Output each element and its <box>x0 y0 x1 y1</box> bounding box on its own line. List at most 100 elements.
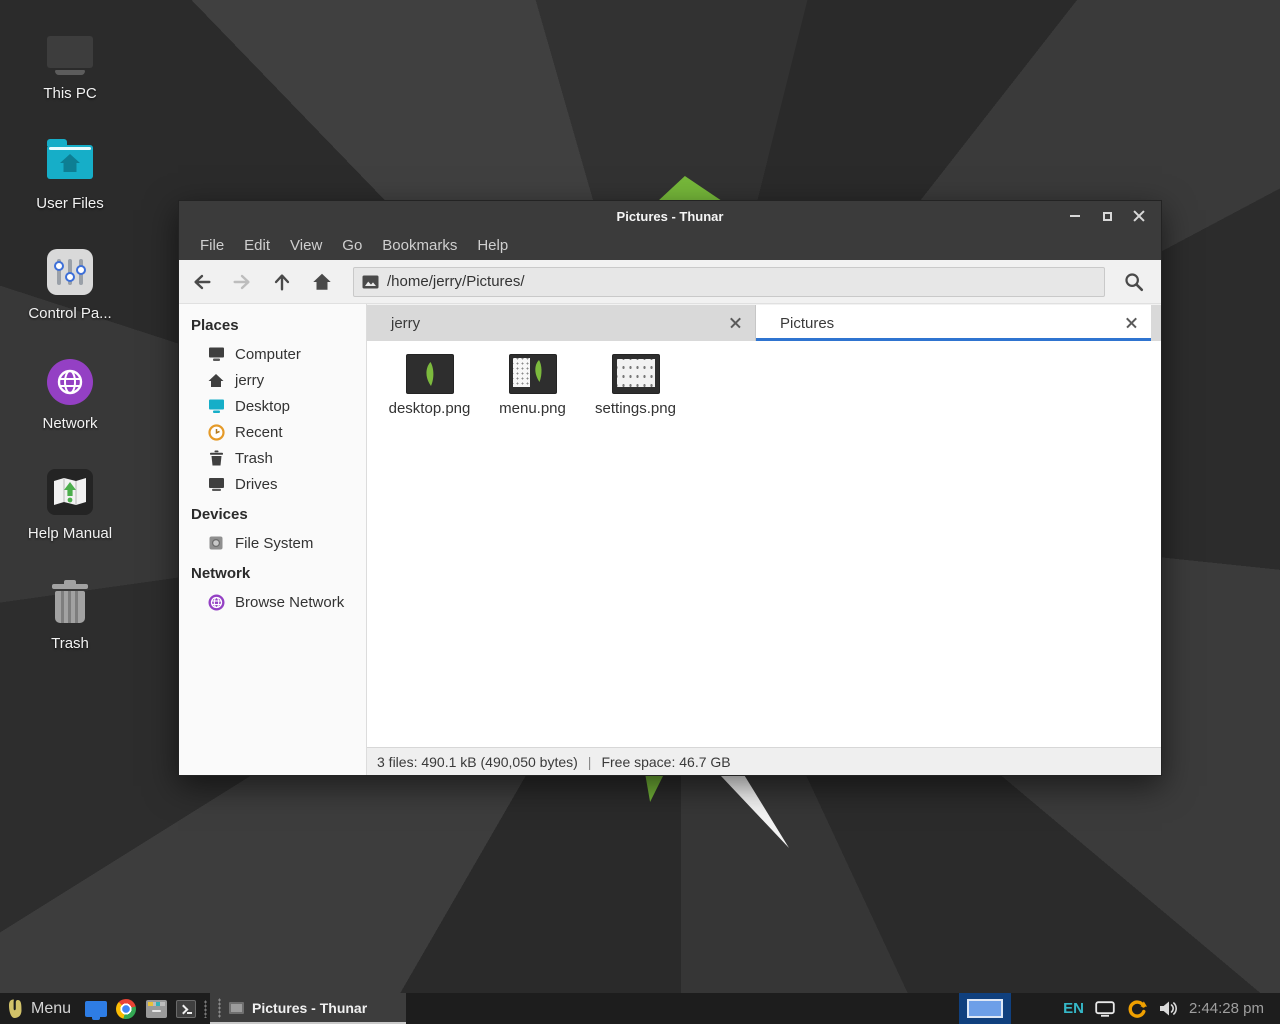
show-desktop-icon <box>85 1001 107 1017</box>
file-manager-launcher[interactable] <box>141 993 171 1024</box>
window-body: Places Computer jerry <box>179 304 1161 775</box>
desktop-icon-label: User Files <box>36 195 104 212</box>
show-desktop-button[interactable] <box>81 993 111 1024</box>
thunar-window: Pictures - Thunar File Edit View Go Book… <box>178 200 1162 776</box>
tab-close-icon[interactable] <box>730 318 741 329</box>
desktop-icon-label: This PC <box>43 85 96 102</box>
tab-label: jerry <box>391 315 420 332</box>
sidebar-item-computer[interactable]: Computer <box>179 341 366 367</box>
sidebar-header-places: Places <box>179 308 366 341</box>
tab-label: Pictures <box>780 315 834 332</box>
home-folder-icon <box>46 138 94 186</box>
window-controls <box>1059 201 1155 231</box>
tab-pictures[interactable]: Pictures <box>756 305 1151 341</box>
path-bar[interactable]: /home/jerry/Pictures/ <box>353 267 1105 297</box>
sidebar-item-recent[interactable]: Recent <box>179 419 366 445</box>
desktop-icon <box>207 397 225 415</box>
desktop-icon-user-files[interactable]: User Files <box>20 138 120 220</box>
sidebar-item-drives[interactable]: Drives <box>179 471 366 497</box>
help-manual-icon <box>46 468 94 516</box>
forward-icon <box>231 271 253 293</box>
taskbar: Menu Pictures - Thunar EN <box>0 993 1280 1024</box>
close-button[interactable] <box>1123 201 1155 231</box>
up-button[interactable] <box>263 265 301 299</box>
sidebar-item-trash[interactable]: Trash <box>179 445 366 471</box>
status-separator: | <box>588 754 592 770</box>
desktop-icon-this-pc[interactable]: This PC <box>20 28 120 110</box>
pc-icon <box>46 28 94 76</box>
menu-button[interactable]: Menu <box>0 993 81 1024</box>
toolbar: /home/jerry/Pictures/ <box>179 260 1161 304</box>
home-icon <box>207 371 225 389</box>
status-free-space: Free space: 46.7 GB <box>601 754 730 770</box>
terminal-icon <box>176 1000 196 1018</box>
filesystem-icon <box>207 534 225 552</box>
task-label: Pictures - Thunar <box>252 1000 367 1016</box>
desktop-icon-label: Control Pa... <box>28 305 111 322</box>
control-panel-icon <box>46 248 94 296</box>
sidebar-header-devices: Devices <box>179 497 366 530</box>
menu-help[interactable]: Help <box>468 234 517 257</box>
task-grip-icon <box>218 998 221 1018</box>
status-bar: 3 files: 490.1 kB (490,050 bytes) | Free… <box>367 747 1161 775</box>
maximize-button[interactable] <box>1091 201 1123 231</box>
menu-file[interactable]: File <box>191 234 233 257</box>
workspace-switcher[interactable] <box>959 993 1011 1024</box>
desktop-icon-trash[interactable]: Trash <box>20 578 120 660</box>
file-thumbnail <box>613 355 659 393</box>
tab-close-icon[interactable] <box>1126 318 1137 329</box>
file-settings-png[interactable]: settings.png <box>587 353 684 417</box>
tab-bar: jerry Pictures <box>367 304 1161 341</box>
status-files-text: 3 files: 490.1 kB (490,050 bytes) <box>377 754 578 770</box>
menu-go[interactable]: Go <box>333 234 371 257</box>
file-menu-png[interactable]: menu.png <box>484 353 581 417</box>
chrome-launcher[interactable] <box>111 993 141 1024</box>
file-thumbnail <box>510 355 556 393</box>
chrome-icon <box>116 999 136 1019</box>
desktop-icon-help-manual[interactable]: Help Manual <box>20 468 120 550</box>
desktop-icon-label: Help Manual <box>28 525 112 542</box>
sidebar-item-file-system[interactable]: File System <box>179 530 366 556</box>
search-button[interactable] <box>1115 265 1153 299</box>
menubar: File Edit View Go Bookmarks Help <box>179 231 1161 260</box>
window-title: Pictures - Thunar <box>179 209 1161 224</box>
maximize-icon <box>1103 212 1112 221</box>
file-thumbnail <box>407 355 453 393</box>
terminal-launcher[interactable] <box>171 993 201 1024</box>
sidebar-header-network: Network <box>179 556 366 589</box>
active-workspace <box>967 999 1003 1018</box>
trash-icon <box>207 449 225 467</box>
desktop-icon-network[interactable]: Network <box>20 358 120 440</box>
recent-clock-icon <box>207 423 225 441</box>
tab-jerry[interactable]: jerry <box>367 305 756 341</box>
drives-icon <box>207 475 225 493</box>
search-icon <box>1123 271 1145 293</box>
home-button[interactable] <box>303 265 341 299</box>
menu-view[interactable]: View <box>281 234 331 257</box>
sidebar-item-browse-network[interactable]: Browse Network <box>179 589 366 615</box>
file-desktop-png[interactable]: desktop.png <box>381 353 478 417</box>
menu-edit[interactable]: Edit <box>235 234 279 257</box>
back-button[interactable] <box>183 265 221 299</box>
picture-icon <box>362 275 379 289</box>
task-window-icon <box>229 1002 244 1014</box>
desktop-icon-control-panel[interactable]: Control Pa... <box>20 248 120 330</box>
update-manager-icon[interactable] <box>1126 998 1148 1020</box>
forward-button[interactable] <box>223 265 261 299</box>
display-tray-icon[interactable] <box>1095 1001 1115 1017</box>
trash-icon <box>46 578 94 626</box>
minimize-button[interactable] <box>1059 201 1091 231</box>
system-tray: EN 2:44:28 pm <box>1011 998 1280 1020</box>
keyboard-layout-indicator[interactable]: EN <box>1063 1000 1084 1017</box>
desktop-root: This PC User Files Control Pa... <box>0 0 1280 1024</box>
menu-bookmarks[interactable]: Bookmarks <box>373 234 466 257</box>
network-globe-icon <box>207 593 225 611</box>
sidebar-item-jerry[interactable]: jerry <box>179 367 366 393</box>
desktop-icon-label: Trash <box>51 635 89 652</box>
sidebar-item-desktop[interactable]: Desktop <box>179 393 366 419</box>
taskbar-task-thunar[interactable]: Pictures - Thunar <box>210 993 406 1024</box>
desktop-icon-column: This PC User Files Control Pa... <box>20 28 120 688</box>
window-titlebar[interactable]: Pictures - Thunar <box>179 201 1161 231</box>
volume-icon[interactable] <box>1159 1000 1178 1017</box>
clock[interactable]: 2:44:28 pm <box>1189 1000 1270 1017</box>
